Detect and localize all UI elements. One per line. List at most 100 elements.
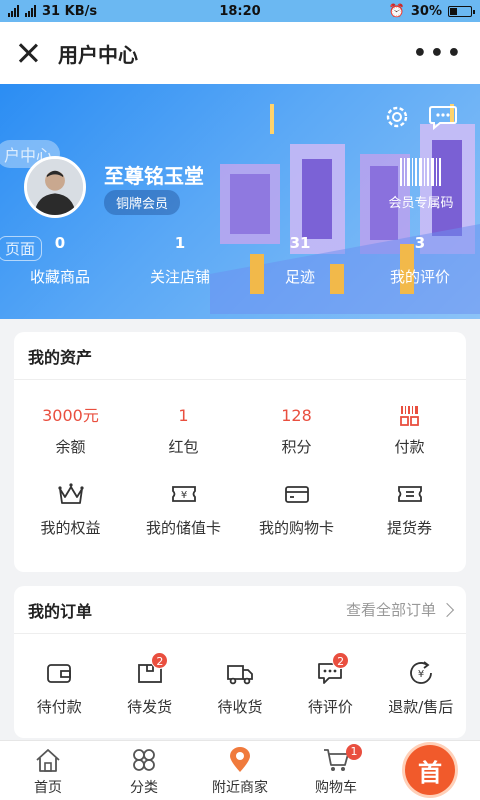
avatar[interactable] [24,156,86,218]
network-speed: 31 KB/s [42,3,98,19]
order-label: 退款/售后 [388,698,454,716]
signal-icon-2 [25,5,36,17]
stat-value: 31 [289,234,311,252]
crown-icon [57,483,84,504]
barcode-pay-icon [399,406,419,426]
asset-label: 积分 [281,438,312,456]
stat-label: 关注店铺 [149,268,210,286]
status-bar: 31 KB/s 18:20 ⏰ 30% [0,0,480,22]
nav-label: 首页 [34,780,62,796]
vip-code[interactable]: 会员专属码 [386,158,456,211]
home-icon [36,749,60,772]
stat-value: 0 [54,234,66,252]
stat-followed-shops[interactable]: 1 关注店铺 [120,234,240,287]
assets-row-2: 我的权益 ¥ 我的储值卡 我的购物卡 提货券 [14,479,466,538]
order-refund-after-sale[interactable]: ¥ 退款/售后 [376,658,466,717]
order-pending-shipment[interactable]: 2 待发货 [104,652,194,717]
refund-icon: ¥ [409,661,432,684]
yen-card-icon: ¥ [171,486,196,502]
orders-title: 我的订单 [28,601,93,621]
stat-label: 足迹 [284,268,315,286]
asset-label: 我的储值卡 [145,519,221,537]
stat-label: 收藏商品 [29,268,90,286]
voucher-icon [397,486,422,502]
asset-label: 我的权益 [40,519,101,537]
alarm-icon: ⏰ [388,3,405,19]
clock: 18:20 [219,3,261,19]
order-badge: 2 [151,652,169,669]
more-menu-icon[interactable]: ••• [413,41,464,66]
nav-label: 附近商家 [212,780,268,796]
vip-code-label: 会员专属码 [388,196,454,211]
assets-card: 我的资产 3000元 余额 1 红包 128 积分 付款 我的权益 ¥ 我的储值… [14,332,466,572]
orders-card: 我的订单 查看全部订单 待付款 2 待发货 待收货 2 待评价 ¥ 退款/售后 [14,586,466,738]
nav-category[interactable]: 分类 [96,741,192,800]
chevron-right-icon [439,602,455,617]
settings-gear-icon[interactable] [384,104,410,130]
order-pending-review[interactable]: 2 待评价 [285,652,375,717]
order-label: 待收货 [217,698,263,716]
home-floating-button[interactable]: 首 [405,745,455,795]
battery-percent: 30% [410,3,443,19]
page-title: 用户中心 [58,42,138,67]
truck-icon [227,665,253,685]
nav-label: 分类 [130,780,158,796]
order-label: 待评价 [307,698,353,716]
nav-nearby-merchants[interactable]: 附近商家 [192,741,288,800]
asset-label: 提货券 [386,519,432,537]
order-pending-payment[interactable]: 待付款 [14,658,104,717]
view-all-orders-link[interactable]: 查看全部订单 [345,599,455,620]
asset-my-rights[interactable]: 我的权益 [14,479,127,538]
user-name: 至尊铭玉堂 [104,164,204,188]
wallet-icon [47,664,72,683]
stat-my-reviews[interactable]: 3 我的评价 [360,234,480,287]
category-icon [133,749,155,771]
orders-row: 待付款 2 待发货 待收货 2 待评价 ¥ 退款/售后 [14,652,466,717]
profile-header: 户中心 页面 至尊铭玉堂 铜牌会员 会员专属码 0 收藏商品 1 关注店铺 31… [0,84,480,319]
asset-label: 我的购物卡 [258,519,334,537]
svg-text:¥: ¥ [180,490,186,501]
orders-header: 我的订单 查看全部订单 [14,586,466,634]
asset-value: 1 [178,406,189,425]
location-icon [230,747,250,772]
asset-value: 128 [281,406,312,425]
asset-balance[interactable]: 3000元 余额 [14,404,127,457]
asset-label: 付款 [394,438,425,456]
view-all-label: 查看全部订单 [345,601,436,619]
barcode-icon [400,158,441,186]
svg-text:¥: ¥ [418,669,424,680]
order-label: 待付款 [36,698,82,716]
signal-icon [8,5,19,17]
order-badge: 2 [332,652,350,669]
stat-label: 我的评价 [389,268,450,286]
cart-badge: 1 [346,744,362,760]
stat-value: 3 [414,234,426,252]
profile-stats: 0 收藏商品 1 关注店铺 31 足迹 3 我的评价 [0,234,480,287]
asset-points[interactable]: 128 积分 [240,404,353,457]
asset-label: 余额 [55,438,86,456]
title-bar: 用户中心 ••• [0,22,480,84]
assets-row-1: 3000元 余额 1 红包 128 积分 付款 [14,404,466,457]
asset-red-packet[interactable]: 1 红包 [127,404,240,457]
asset-value: 3000元 [42,406,99,425]
asset-stored-value-card[interactable]: ¥ 我的储值卡 [127,479,240,538]
order-label: 待发货 [127,698,173,716]
asset-pickup-voucher[interactable]: 提货券 [353,479,466,538]
close-icon[interactable] [16,41,40,65]
assets-header: 我的资产 [14,332,466,380]
asset-shopping-card[interactable]: 我的购物卡 [240,479,353,538]
order-pending-receipt[interactable]: 待收货 [195,658,285,717]
stat-favorites[interactable]: 0 收藏商品 [0,234,120,287]
stat-value: 1 [174,234,186,252]
assets-title: 我的资产 [28,347,93,367]
nav-label: 购物车 [315,780,357,796]
stat-footprints[interactable]: 31 足迹 [240,234,360,287]
message-icon[interactable] [428,104,458,130]
battery-icon [448,5,476,17]
nav-home[interactable]: 首页 [0,741,96,800]
member-level-badge[interactable]: 铜牌会员 [104,190,181,215]
asset-label: 红包 [168,438,199,456]
shopping-card-icon [284,486,309,503]
asset-pay[interactable]: 付款 [353,404,466,457]
nav-cart[interactable]: 1 购物车 [288,741,384,800]
